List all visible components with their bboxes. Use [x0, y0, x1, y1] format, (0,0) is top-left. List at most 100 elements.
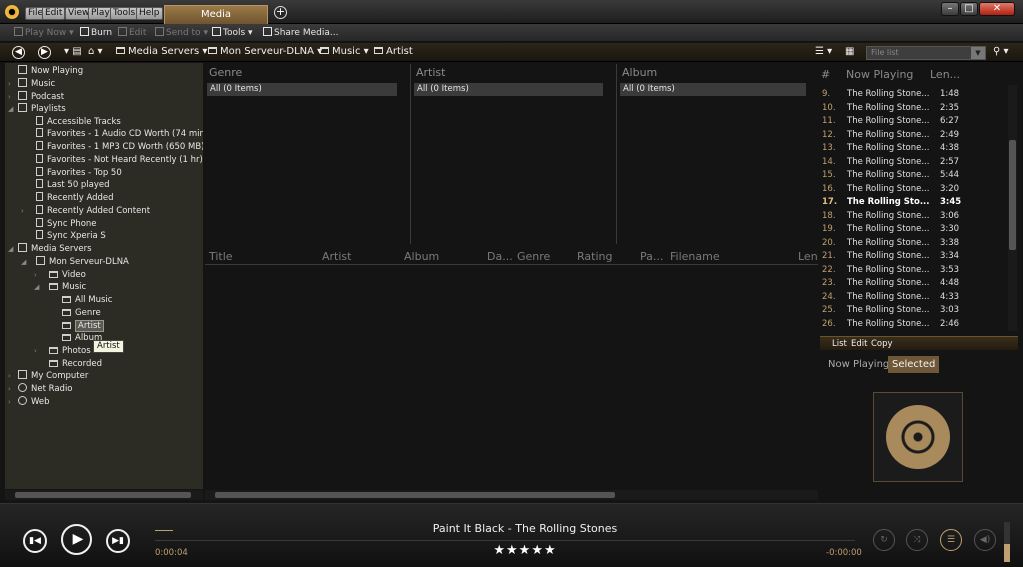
copy-menu[interactable]: Copy: [871, 339, 893, 349]
scrollbar-thumb[interactable]: [1009, 140, 1016, 250]
edit-button[interactable]: Edit: [118, 27, 146, 38]
close-button[interactable]: ✕: [979, 2, 1015, 16]
now-playing-row[interactable]: 10. The Rolling Stone... 2:35: [822, 102, 1006, 115]
breadcrumb-media-servers[interactable]: Media Servers ▾: [116, 46, 207, 57]
minimize-button[interactable]: –: [941, 2, 959, 16]
tree-artist[interactable]: Artist: [62, 320, 104, 332]
column-title[interactable]: Title: [209, 250, 233, 263]
list-menu[interactable]: List: [832, 339, 847, 349]
tree-playlist-item[interactable]: › Recently Added Content: [21, 205, 150, 217]
now-playing-row[interactable]: 15. The Rolling Stone... 5:44: [822, 169, 1006, 182]
home-icon[interactable]: ⌂ ▾: [88, 46, 103, 57]
now-playing-row[interactable]: 12. The Rolling Stone... 2:49: [822, 129, 1006, 142]
column-date[interactable]: Da...: [487, 250, 513, 263]
tree-photos[interactable]: › Photos: [34, 345, 91, 357]
np-column-number[interactable]: #: [821, 68, 830, 81]
tree-playlist-item[interactable]: Sync Phone: [26, 218, 97, 230]
tree-recorded[interactable]: Recorded: [49, 358, 102, 370]
now-playing-row[interactable]: 11. The Rolling Stone... 6:27: [822, 115, 1006, 128]
forward-arrow-icon[interactable]: ▶: [38, 46, 51, 59]
playlist-icon[interactable]: ☰: [940, 529, 962, 551]
expand-icon[interactable]: ›: [8, 370, 18, 382]
column-length[interactable]: Len: [798, 250, 818, 263]
volume-icon[interactable]: ◀): [974, 529, 996, 551]
add-tab-button[interactable]: +: [274, 6, 287, 19]
tree-now-playing[interactable]: Now Playing: [8, 65, 83, 77]
tree-web[interactable]: › Web: [8, 396, 50, 408]
menu-tools[interactable]: Tools: [110, 7, 139, 20]
tools-button[interactable]: Tools ▾: [212, 27, 253, 38]
now-playing-row[interactable]: 24. The Rolling Stone... 4:33: [822, 291, 1006, 304]
now-playing-row[interactable]: 19. The Rolling Stone... 3:30: [822, 223, 1006, 236]
tab-selected[interactable]: Selected: [888, 356, 940, 373]
scrollbar-thumb[interactable]: [15, 492, 191, 498]
now-playing-row[interactable]: 23. The Rolling Stone... 4:48: [822, 277, 1006, 290]
column-album[interactable]: Album: [404, 250, 439, 263]
breadcrumb-music[interactable]: Music ▾: [320, 46, 369, 57]
expand-icon[interactable]: ›: [8, 396, 18, 408]
collapse-icon[interactable]: ◢: [21, 256, 36, 268]
maximize-button[interactable]: □: [960, 2, 978, 16]
edit-menu[interactable]: Edit: [851, 339, 867, 349]
tree-genre[interactable]: Genre: [62, 307, 101, 319]
tab-now-playing[interactable]: Now Playing: [824, 356, 893, 373]
tree-video[interactable]: › Video: [34, 269, 86, 281]
tree-music-folder[interactable]: ◢ Music: [34, 281, 86, 293]
now-playing-row[interactable]: 17. The Rolling Sto... 3:45: [822, 196, 1006, 209]
track-list-horizontal-scrollbar[interactable]: [205, 490, 818, 500]
layout-icon[interactable]: ▦: [845, 46, 854, 57]
app-logo-icon[interactable]: [5, 5, 19, 19]
previous-track-icon[interactable]: ▮◀: [23, 529, 47, 553]
now-playing-row[interactable]: 16. The Rolling Stone... 3:20: [822, 183, 1006, 196]
repeat-icon[interactable]: ↻: [873, 529, 895, 551]
tree-my-computer[interactable]: › My Computer: [8, 370, 88, 382]
now-playing-row[interactable]: 14. The Rolling Stone... 2:57: [822, 156, 1006, 169]
tree-playlist-item[interactable]: Last 50 played: [26, 179, 110, 191]
expand-icon[interactable]: ›: [8, 91, 18, 103]
play-now-button[interactable]: Play Now ▾: [14, 27, 74, 38]
tree-playlist-item[interactable]: Favorites - 1 Audio CD Worth (74 min): [26, 128, 203, 140]
menu-edit[interactable]: Edit: [42, 7, 66, 20]
tree-all-music[interactable]: All Music: [62, 294, 112, 306]
pane-divider[interactable]: [410, 64, 411, 244]
collapse-icon[interactable]: ◢: [34, 281, 49, 293]
column-rating[interactable]: Rating: [577, 250, 612, 263]
collapse-icon[interactable]: ◢: [8, 243, 18, 255]
shuffle-icon[interactable]: ⤨: [906, 529, 928, 551]
rating-stars[interactable]: ★★★★★: [300, 543, 750, 558]
send-to-button[interactable]: Send to ▾: [155, 27, 208, 38]
tree-playlist-item[interactable]: Favorites - 1 MP3 CD Worth (650 MB): [26, 141, 203, 153]
tree-media-servers[interactable]: ◢ Media Servers: [8, 243, 92, 255]
burn-button[interactable]: Burn: [80, 27, 112, 38]
progress-bar[interactable]: [155, 540, 855, 541]
album-all-item[interactable]: All (0 Items): [620, 83, 806, 96]
column-artist[interactable]: Artist: [322, 250, 351, 263]
tree-horizontal-scrollbar[interactable]: [5, 490, 203, 500]
expand-icon[interactable]: ›: [8, 78, 18, 90]
column-genre[interactable]: Genre: [517, 250, 550, 263]
column-path[interactable]: Pa...: [640, 250, 663, 263]
back-arrow-icon[interactable]: ◀: [12, 46, 25, 59]
view-mode-icon[interactable]: ☰ ▾: [815, 46, 832, 57]
collapse-icon[interactable]: ◢: [8, 103, 18, 115]
breadcrumb-server[interactable]: Mon Serveur-DLNA ▾: [208, 46, 322, 57]
breadcrumb-artist[interactable]: Artist: [374, 46, 413, 57]
np-column-title[interactable]: Now Playing: [846, 68, 913, 81]
search-input[interactable]: File list ▼: [866, 46, 986, 60]
genre-all-item[interactable]: All (0 Items): [207, 83, 397, 96]
now-playing-row[interactable]: 20. The Rolling Stone... 3:38: [822, 237, 1006, 250]
now-playing-row[interactable]: 18. The Rolling Stone... 3:06: [822, 210, 1006, 223]
now-playing-row[interactable]: 26. The Rolling Stone... 2:46: [822, 318, 1006, 331]
expand-icon[interactable]: ›: [21, 205, 36, 217]
expand-icon[interactable]: ›: [34, 345, 49, 357]
expand-icon[interactable]: ›: [8, 383, 18, 395]
artist-all-item[interactable]: All (0 Items): [414, 83, 603, 96]
genre-pane-header[interactable]: Genre: [209, 66, 242, 79]
now-playing-row[interactable]: 21. The Rolling Stone... 3:34: [822, 250, 1006, 263]
now-playing-scrollbar[interactable]: [1008, 85, 1017, 331]
artist-pane-header[interactable]: Artist: [416, 66, 445, 79]
tree-playlist-item[interactable]: Accessible Tracks: [26, 116, 121, 128]
now-playing-row[interactable]: 9. The Rolling Stone... 1:48: [822, 88, 1006, 101]
now-playing-row[interactable]: 13. The Rolling Stone... 4:38: [822, 142, 1006, 155]
column-filename[interactable]: Filename: [670, 250, 720, 263]
